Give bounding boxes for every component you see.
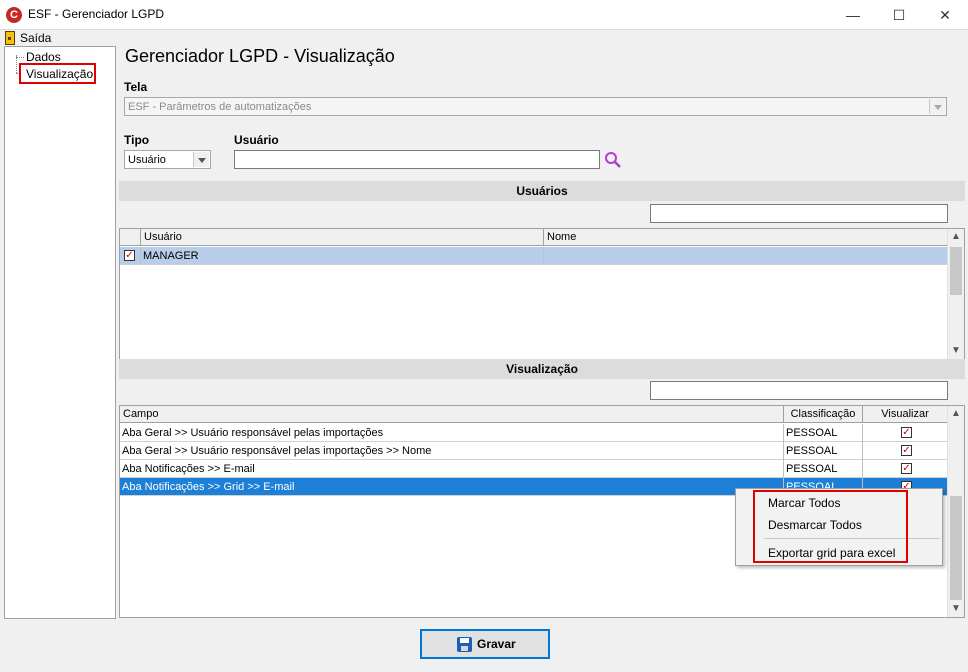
usuario-input[interactable] (234, 150, 600, 169)
cell-classificacao: PESSOAL (784, 424, 863, 442)
tela-label: Tela (124, 80, 148, 94)
maximize-button[interactable]: ☐ (876, 0, 922, 30)
usuarios-section-title: Usuários (119, 181, 965, 201)
table-row[interactable]: Aba Notificações >> E-mail PESSOAL ✓ (120, 460, 948, 478)
tipo-label: Tipo (124, 133, 150, 147)
scroll-thumb[interactable] (950, 247, 962, 295)
table-row[interactable]: Aba Geral >> Usuário responsável pelas i… (120, 424, 948, 442)
column-header-nome[interactable]: Nome (544, 229, 948, 246)
tela-select-value: ESF - Parâmetros de automatizações (128, 101, 312, 113)
column-header-usuario[interactable]: Usuário (141, 229, 544, 246)
cell-usuario: MANAGER (141, 247, 544, 265)
selection-highlight (19, 63, 96, 84)
floppy-disk-icon (457, 637, 472, 652)
row-check-cell: ✓ (120, 247, 141, 265)
grid-header: Campo Classificação Visualizar (120, 406, 948, 423)
cell-campo: Aba Geral >> Usuário responsável pelas i… (120, 424, 784, 442)
usuario-label: Usuário (234, 133, 279, 147)
scroll-up-icon[interactable]: ▲ (948, 229, 964, 245)
tela-select[interactable]: ESF - Parâmetros de automatizações (124, 97, 947, 116)
visualizacao-scrollbar[interactable]: ▲ ▼ (947, 406, 964, 617)
table-row[interactable]: ✓ MANAGER (120, 247, 948, 265)
row-checkbox[interactable]: ✓ (124, 250, 135, 261)
cell-classificacao: PESSOAL (784, 460, 863, 478)
visualizacao-section-title: Visualização (119, 359, 965, 379)
exit-door-icon (5, 31, 15, 45)
save-button-label: Gravar (477, 637, 516, 651)
chevron-down-icon (929, 99, 945, 114)
cell-campo: Aba Notificações >> Grid >> E-mail (120, 478, 784, 496)
context-menu-highlight (753, 490, 908, 563)
menu-bar: Saída (0, 30, 968, 46)
scroll-down-icon[interactable]: ▼ (948, 343, 964, 359)
cell-visualizar: ✓ (863, 460, 948, 478)
tipo-select[interactable]: Usuário (124, 150, 211, 169)
cell-visualizar: ✓ (863, 424, 948, 442)
cell-nome (544, 247, 948, 265)
usuarios-scrollbar[interactable]: ▲ ▼ (947, 229, 964, 359)
chevron-down-icon (193, 152, 209, 167)
visualizar-checkbox[interactable]: ✓ (901, 427, 912, 438)
grid-header: Usuário Nome (120, 229, 948, 246)
usuarios-search-input[interactable] (650, 204, 948, 223)
app-logo-icon: C (6, 7, 22, 23)
page-title: Gerenciador LGPD - Visualização (125, 46, 395, 66)
save-button[interactable]: Gravar (420, 629, 550, 659)
tipo-select-value: Usuário (128, 154, 166, 166)
cell-classificacao: PESSOAL (784, 442, 863, 460)
column-header-check (120, 229, 141, 246)
cell-campo: Aba Geral >> Usuário responsável pelas i… (120, 442, 784, 460)
column-header-campo[interactable]: Campo (120, 406, 784, 423)
navigation-tree (4, 46, 116, 619)
close-button[interactable]: ✕ (922, 0, 968, 30)
scroll-down-icon[interactable]: ▼ (948, 601, 964, 617)
usuarios-grid: Usuário Nome ✓ MANAGER ▲ ▼ (119, 228, 965, 360)
minimize-button[interactable]: — (830, 0, 876, 30)
window-title: ESF - Gerenciador LGPD (28, 7, 165, 21)
visualizar-checkbox[interactable]: ✓ (901, 445, 912, 456)
menu-exit[interactable]: Saída (20, 31, 51, 45)
scroll-thumb[interactable] (950, 496, 962, 600)
column-header-visualizar[interactable]: Visualizar (863, 406, 948, 423)
column-header-classificacao[interactable]: Classificação (784, 406, 863, 423)
tree-item-dados[interactable]: Dados (26, 50, 61, 64)
cell-visualizar: ✓ (863, 442, 948, 460)
cell-campo: Aba Notificações >> E-mail (120, 460, 784, 478)
scroll-up-icon[interactable]: ▲ (948, 406, 964, 422)
purple-magnifier-icon[interactable] (603, 150, 623, 170)
tree-connector (16, 57, 24, 58)
title-bar: C ESF - Gerenciador LGPD — ☐ ✕ (0, 0, 968, 30)
visualizar-checkbox[interactable]: ✓ (901, 463, 912, 474)
visualizacao-search-input[interactable] (650, 381, 948, 400)
table-row[interactable]: Aba Geral >> Usuário responsável pelas i… (120, 442, 948, 460)
